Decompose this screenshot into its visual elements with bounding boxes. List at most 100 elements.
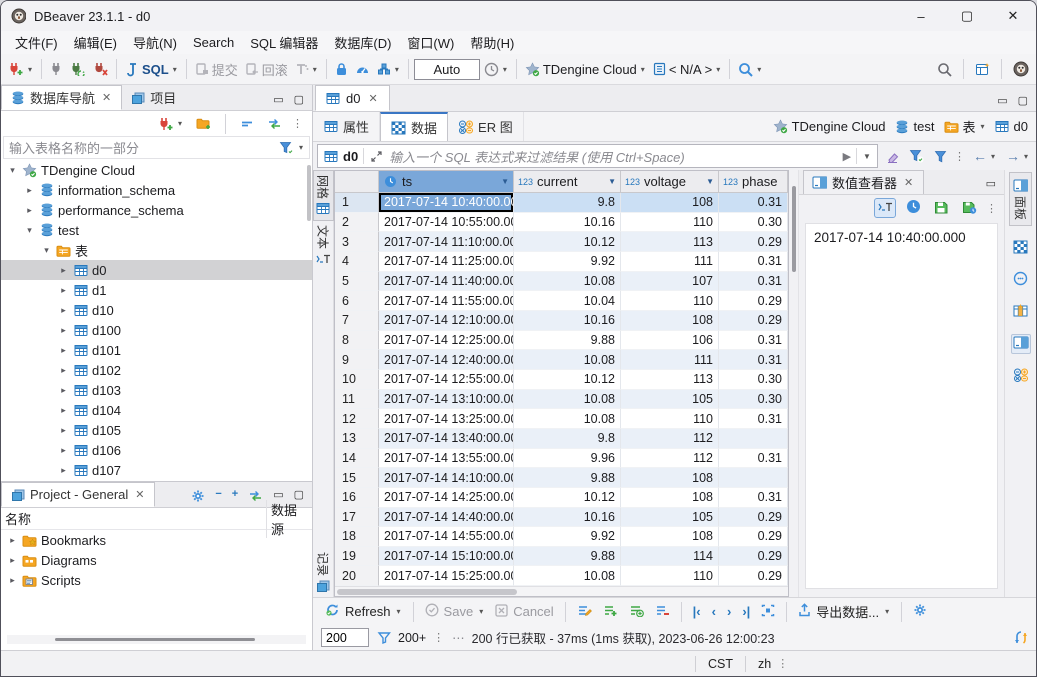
- focus-row-icon[interactable]: [757, 602, 779, 622]
- project-item-scripts[interactable]: ▸Scripts: [1, 570, 312, 590]
- cell-current[interactable]: 10.12: [514, 232, 621, 252]
- breadcrumb-[interactable]: 表▾: [944, 117, 986, 136]
- edit-cell-icon[interactable]: [573, 602, 596, 622]
- row-number[interactable]: 14: [335, 449, 379, 469]
- cell-phase[interactable]: 0.29: [719, 291, 788, 311]
- sql-filter-input[interactable]: d0 输入一个 SQL 表达式来过滤结果 (使用 Ctrl+Space) ▶ ▼: [317, 144, 878, 168]
- previous-page-icon[interactable]: ‹: [708, 602, 720, 621]
- custom-filter-icon[interactable]: [931, 148, 950, 165]
- maximize-panel-icon[interactable]: ▢: [1018, 94, 1028, 107]
- row-number[interactable]: 18: [335, 527, 379, 547]
- tab-属性[interactable]: 属性: [313, 112, 380, 141]
- save-value-as-icon[interactable]: [958, 198, 980, 218]
- row-number[interactable]: 20: [335, 566, 379, 586]
- cell-ts[interactable]: 2017-07-14 14:25:00.000: [379, 488, 514, 508]
- cell-voltage[interactable]: 114: [621, 547, 719, 567]
- cell-phase[interactable]: [719, 429, 788, 449]
- tree-chevron-icon[interactable]: ▾: [41, 245, 52, 256]
- close-icon[interactable]: ✕: [133, 488, 146, 501]
- language-indicator[interactable]: zh: [752, 657, 777, 671]
- save-value-icon[interactable]: [930, 198, 952, 218]
- chevron-down-icon[interactable]: ▾: [298, 143, 304, 152]
- menu-item[interactable]: Search: [185, 33, 242, 52]
- cell-phase[interactable]: 0.29: [719, 508, 788, 528]
- metadata-panel-icon[interactable]: [1011, 302, 1031, 322]
- menu-item[interactable]: SQL 编辑器: [242, 31, 326, 54]
- cell-current[interactable]: 9.92: [514, 252, 621, 272]
- maximize-button[interactable]: ▢: [944, 1, 990, 31]
- column-header-current[interactable]: 123current▼: [514, 171, 621, 192]
- cell-ts[interactable]: 2017-07-14 11:10:00.000: [379, 232, 514, 252]
- add-row-icon[interactable]: [599, 602, 622, 622]
- tree-item-d100[interactable]: ▸d100: [1, 320, 312, 340]
- tab-projects[interactable]: 项目: [122, 85, 184, 110]
- aggregate-panel-icon[interactable]: [1011, 270, 1031, 290]
- cell-phase[interactable]: 0.31: [719, 272, 788, 292]
- minimize-panel-icon[interactable]: ▭: [986, 177, 996, 190]
- cell-current[interactable]: 10.04: [514, 291, 621, 311]
- tree-item-information_schema[interactable]: ▸information_schema: [1, 180, 312, 200]
- cell-ts[interactable]: 2017-07-14 11:25:00.000: [379, 252, 514, 272]
- search-icon[interactable]: [934, 60, 955, 79]
- save-button[interactable]: Save▾: [421, 601, 489, 622]
- refresh-button[interactable]: Refresh▾: [321, 601, 406, 622]
- filter-icon[interactable]: [279, 140, 294, 155]
- tree-chevron-icon[interactable]: ▸: [24, 185, 35, 196]
- rollback-button[interactable]: 回滚: [242, 58, 291, 81]
- cell-voltage[interactable]: 110: [621, 409, 719, 429]
- cell-voltage[interactable]: 111: [621, 252, 719, 272]
- close-icon[interactable]: ✕: [902, 176, 915, 189]
- link-editor-icon[interactable]: [264, 116, 285, 132]
- cell-ts[interactable]: 2017-07-14 14:40:00.000: [379, 508, 514, 528]
- tab-panels[interactable]: 面板: [1009, 172, 1032, 226]
- delete-row-icon[interactable]: [651, 602, 674, 622]
- calc-panel-icon[interactable]: [1011, 238, 1031, 258]
- cell-current[interactable]: 9.8: [514, 429, 621, 449]
- tree-item-d10[interactable]: ▸d10: [1, 300, 312, 320]
- tree-chevron-icon[interactable]: ▸: [58, 265, 69, 276]
- cell-voltage[interactable]: 106: [621, 331, 719, 351]
- apply-filter-icon[interactable]: ▶: [843, 150, 851, 163]
- cell-phase[interactable]: 0.29: [719, 527, 788, 547]
- cell-voltage[interactable]: 113: [621, 370, 719, 390]
- grid-horizontal-scrollbar[interactable]: [335, 586, 788, 596]
- cell-phase[interactable]: 0.29: [719, 311, 788, 331]
- cell-current[interactable]: 10.08: [514, 409, 621, 429]
- row-number[interactable]: 15: [335, 468, 379, 488]
- transaction-log-button[interactable]: ▾: [292, 60, 321, 78]
- column-header-name[interactable]: 名称: [5, 509, 266, 528]
- cell-current[interactable]: 10.12: [514, 488, 621, 508]
- grid-corner[interactable]: [335, 171, 379, 192]
- cell-current[interactable]: 10.08: [514, 390, 621, 410]
- active-connection-selector[interactable]: TDengine Cloud▾: [522, 60, 649, 79]
- tree-chevron-icon[interactable]: ▸: [58, 325, 69, 336]
- tree-item-performance_schema[interactable]: ▸performance_schema: [1, 200, 312, 220]
- row-number[interactable]: 8: [335, 331, 379, 351]
- commit-button[interactable]: 提交: [192, 58, 241, 81]
- dashboard-button[interactable]: [352, 60, 373, 78]
- cell-current[interactable]: 10.16: [514, 508, 621, 528]
- cell-ts[interactable]: 2017-07-14 12:55:00.000: [379, 370, 514, 390]
- cell-voltage[interactable]: 110: [621, 291, 719, 311]
- open-perspective-button[interactable]: [972, 60, 993, 78]
- cell-voltage[interactable]: 111: [621, 350, 719, 370]
- tree-chevron-icon[interactable]: ▸: [24, 205, 35, 216]
- cell-ts[interactable]: 2017-07-14 12:25:00.000: [379, 331, 514, 351]
- cell-voltage[interactable]: 112: [621, 429, 719, 449]
- cell-voltage[interactable]: 105: [621, 390, 719, 410]
- cell-voltage[interactable]: 105: [621, 508, 719, 528]
- tab-value-viewer[interactable]: 数值查看器 ✕: [803, 170, 924, 194]
- tree-chevron-icon[interactable]: ▸: [58, 285, 69, 296]
- row-number[interactable]: 6: [335, 291, 379, 311]
- scrollbar[interactable]: [307, 165, 311, 221]
- cell-phase[interactable]: 0.30: [719, 390, 788, 410]
- cell-voltage[interactable]: 108: [621, 488, 719, 508]
- grouping-panel-icon[interactable]: [1011, 366, 1031, 386]
- cell-current[interactable]: 9.88: [514, 331, 621, 351]
- gear-icon[interactable]: [190, 488, 205, 503]
- column-filter-dropdown-icon[interactable]: ▼: [608, 177, 616, 186]
- tree-chevron-icon[interactable]: ▾: [7, 165, 18, 176]
- tree-chevron-icon[interactable]: ▸: [7, 535, 18, 546]
- cell-current[interactable]: 9.8: [514, 193, 621, 213]
- panel-menu-icon[interactable]: ⋮: [986, 202, 998, 215]
